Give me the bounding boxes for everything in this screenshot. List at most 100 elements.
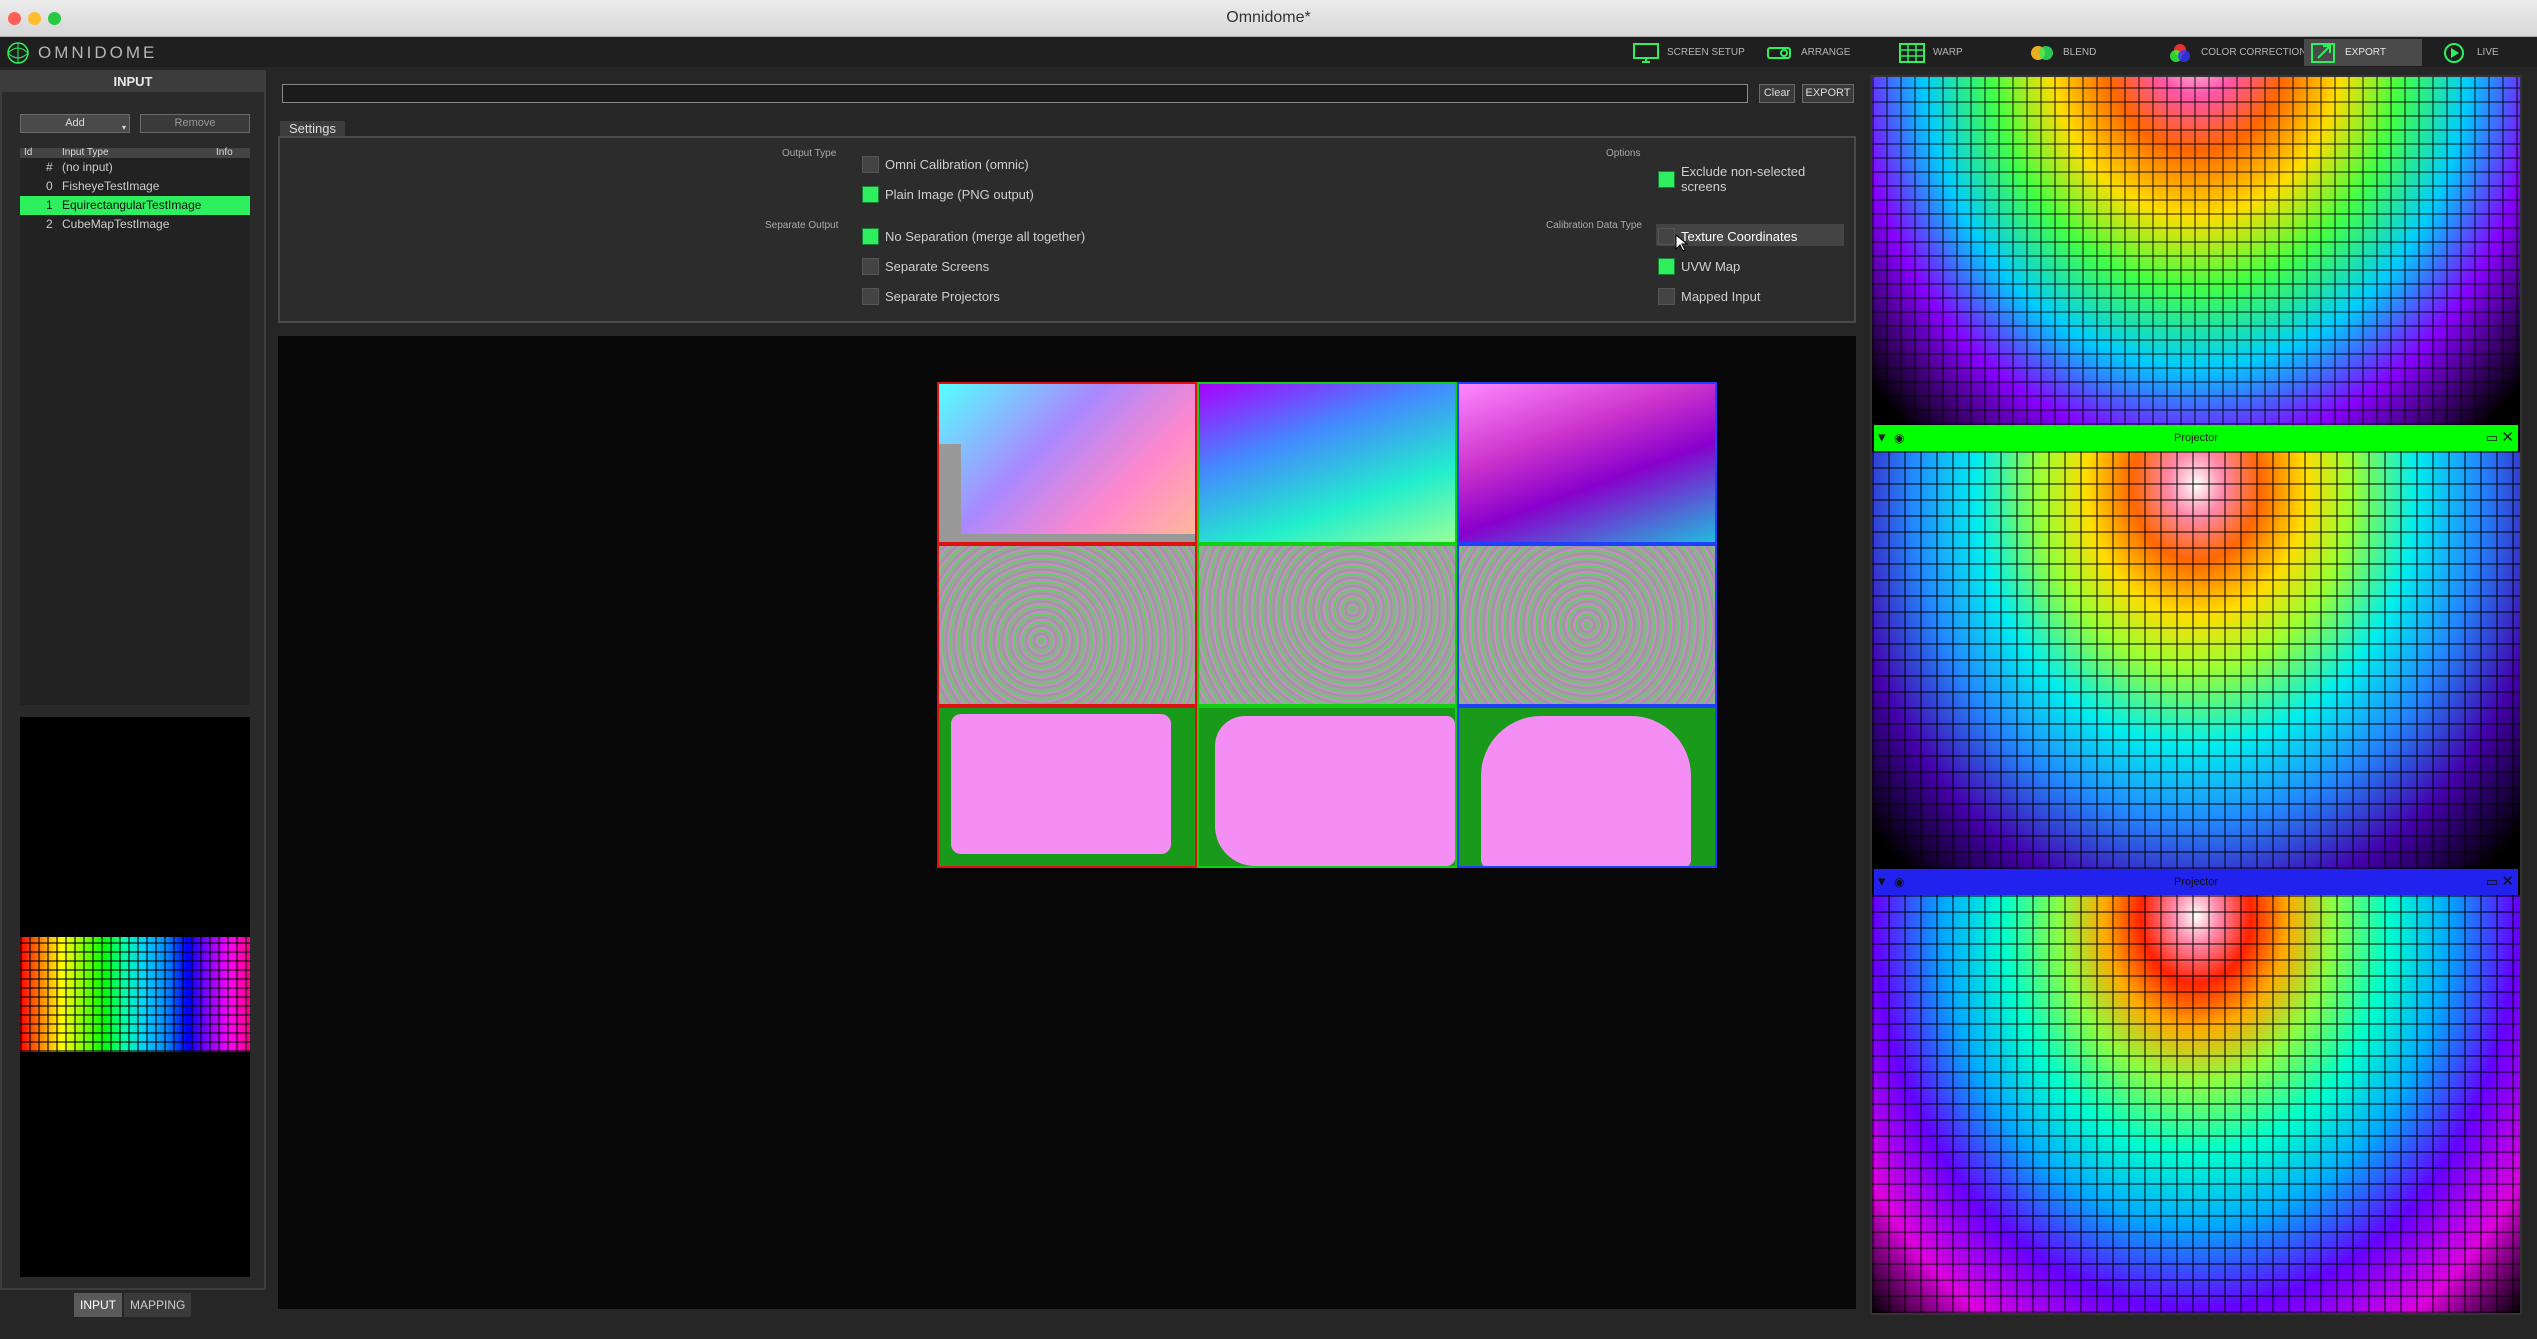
mapped-input-blue-cell: [1457, 706, 1717, 868]
separate-screens-checkbox[interactable]: [862, 257, 879, 275]
no-separation-checkbox[interactable]: [862, 227, 879, 245]
export-preview-grid: [937, 382, 1718, 870]
projector-header-blue: ▾ ◉ Projector ▭ ✕: [1874, 869, 2518, 895]
collapse-triangle-icon[interactable]: ▾: [1878, 869, 1886, 895]
table-row-selected[interactable]: 1 EquirectangularTestImage: [20, 196, 250, 215]
left-panel-tabs: INPUT MAPPING: [74, 1293, 192, 1317]
equirectangular-preview-image: [20, 937, 250, 1052]
window-title: Omnidome*: [1226, 9, 1311, 26]
color-correction-icon: [2170, 43, 2190, 62]
texture-coords-green-cell: [1197, 382, 1457, 544]
row-type: FisheyeTestImage: [62, 179, 160, 193]
plain-image-option[interactable]: Plain Image (PNG output): [862, 185, 1034, 203]
uvw-map-checkbox[interactable]: [1658, 257, 1675, 275]
clear-button[interactable]: Clear: [1759, 84, 1795, 103]
mapped-input-checkbox[interactable]: [1658, 287, 1675, 305]
separate-projectors-option[interactable]: Separate Projectors: [862, 287, 1000, 305]
arrange-label: ARRANGE: [1801, 47, 1851, 58]
uvw-map-blue-cell: [1457, 544, 1717, 706]
warp-label: WARP: [1933, 47, 1963, 58]
tab-settings[interactable]: Settings: [280, 121, 345, 137]
output-type-label: Output Type: [782, 148, 837, 159]
arrange-button[interactable]: ARRANGE: [1760, 39, 1856, 66]
uvw-map-option[interactable]: UVW Map: [1658, 257, 1740, 275]
live-button[interactable]: LIVE: [2436, 39, 2505, 66]
no-separation-text: No Separation (merge all together): [885, 228, 1086, 244]
remove-input-button[interactable]: Remove: [140, 114, 250, 133]
tab-input[interactable]: INPUT: [74, 1293, 122, 1317]
projector-title: Projector: [2173, 432, 2219, 444]
main-toolbar: OMNIDOME SCREEN SETUP ARRANGE WARP BLEND…: [0, 37, 2537, 67]
calibration-data-type-label: Calibration Data Type: [1546, 220, 1642, 231]
blend-label: BLEND: [2063, 47, 2097, 58]
eye-icon[interactable]: ◉: [1894, 425, 1904, 451]
texture-coordinates-checkbox[interactable]: [1658, 227, 1675, 245]
projector-header-green: ▾ ◉ Projector ▭ ✕: [1874, 425, 2518, 451]
column-id: Id: [24, 147, 33, 158]
projector-icon: [1767, 46, 1791, 59]
maximize-icon[interactable]: ▭: [2486, 869, 2498, 895]
export-path-input[interactable]: [282, 84, 1748, 103]
row-type: CubeMapTestImage: [62, 217, 170, 231]
exclude-non-selected-option[interactable]: Exclude non-selected screens: [1658, 164, 1854, 194]
mapped-input-text: Mapped Input: [1681, 288, 1761, 304]
row-id: 0: [46, 179, 53, 193]
row-type: EquirectangularTestImage: [62, 198, 202, 212]
separate-screens-text: Separate Screens: [885, 258, 990, 274]
separate-output-label: Separate Output: [765, 220, 839, 231]
projector-view-top: [1872, 77, 2520, 425]
eye-icon[interactable]: ◉: [1894, 869, 1904, 895]
warp-grid-icon: [1899, 42, 1925, 63]
omni-calibration-option[interactable]: Omni Calibration (omnic): [862, 155, 1029, 173]
maximize-icon[interactable]: ▭: [2486, 425, 2498, 451]
no-separation-option[interactable]: No Separation (merge all together): [862, 227, 1085, 245]
add-input-button[interactable]: Add ▾: [20, 114, 130, 133]
row-id: 1: [46, 198, 53, 212]
omni-calibration-checkbox[interactable]: [862, 155, 879, 173]
live-label: LIVE: [2477, 47, 2499, 58]
row-type: (no input): [62, 160, 113, 174]
texture-coordinates-text: Texture Coordinates: [1681, 228, 1798, 244]
export-settings-panel: Output Type Omni Calibration (omnic) Pla…: [278, 136, 1856, 323]
table-header: Id Input Type Info: [20, 147, 250, 158]
color-correction-button[interactable]: COLOR CORRECTION: [2160, 39, 2313, 66]
screen-setup-button[interactable]: SCREEN SETUP: [1626, 39, 1751, 66]
table-row[interactable]: # (no input): [20, 158, 250, 177]
monitor-icon: [1633, 42, 1659, 63]
separate-screens-option[interactable]: Separate Screens: [862, 257, 989, 275]
plain-image-checkbox[interactable]: [862, 185, 879, 203]
title-bar: Omnidome*: [0, 0, 2537, 37]
blend-button[interactable]: BLEND: [2022, 39, 2102, 66]
table-row[interactable]: 2 CubeMapTestImage: [20, 215, 250, 234]
warp-button[interactable]: WARP: [1892, 39, 1969, 66]
projector-title: Projector: [2173, 876, 2219, 888]
omnidome-logo-icon: [7, 42, 29, 64]
export-button[interactable]: EXPORT: [1802, 84, 1854, 103]
export-icon: [2311, 42, 2335, 63]
uvw-map-green-cell: [1197, 544, 1457, 706]
close-icon[interactable]: ✕: [2501, 869, 2514, 895]
close-icon[interactable]: ✕: [2501, 425, 2514, 451]
uvw-map-red-cell: [937, 544, 1197, 706]
color-correction-label: COLOR CORRECTION: [2201, 47, 2307, 58]
row-id: 2: [46, 217, 53, 231]
export-preview-viewport: [278, 336, 1856, 1309]
row-id: #: [46, 160, 53, 174]
exclude-non-selected-checkbox[interactable]: [1658, 170, 1675, 188]
collapse-triangle-icon[interactable]: ▾: [1878, 425, 1886, 451]
screen-setup-label: SCREEN SETUP: [1667, 47, 1745, 58]
mapped-input-option[interactable]: Mapped Input: [1658, 287, 1761, 305]
separate-projectors-checkbox[interactable]: [862, 287, 879, 305]
mouse-cursor-icon: [1675, 234, 1689, 252]
export-tab-label: EXPORT: [2345, 47, 2386, 58]
column-input-type: Input Type: [62, 147, 109, 158]
input-table: Id Input Type Info # (no input) 0 FisheyeT…: [20, 147, 250, 705]
add-input-label: Add: [65, 117, 85, 129]
export-tab-button[interactable]: EXPORT: [2304, 39, 2422, 66]
input-panel-title: INPUT: [2, 72, 264, 92]
input-preview: [20, 717, 250, 1277]
plain-image-text: Plain Image (PNG output): [885, 186, 1034, 202]
tab-mapping[interactable]: MAPPING: [124, 1293, 192, 1317]
blend-icon: [2031, 45, 2053, 60]
table-row[interactable]: 0 FisheyeTestImage: [20, 177, 250, 196]
